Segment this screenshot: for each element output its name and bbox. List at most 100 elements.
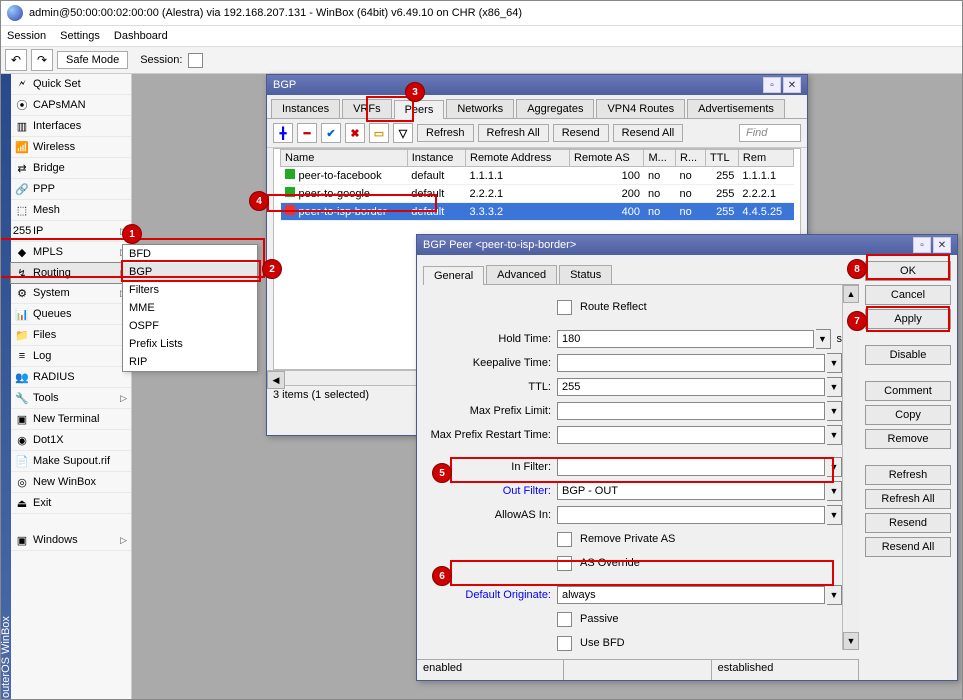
sidebar-item-system[interactable]: ⚙System▷ [11, 283, 131, 304]
tab-vpn4 routes[interactable]: VPN4 Routes [596, 99, 685, 118]
out-filter-dd[interactable]: ▼ [827, 481, 842, 501]
table-row[interactable]: peer-to-googledefault2.2.2.1200nono2552.… [281, 185, 794, 203]
scroll-down-icon[interactable]: ▼ [843, 632, 859, 650]
safe-mode-button[interactable]: Safe Mode [57, 51, 128, 69]
refresh-all-button[interactable]: Refresh All [478, 124, 549, 142]
submenu-mme[interactable]: MME [123, 299, 257, 317]
find-input[interactable]: Find [739, 124, 801, 142]
tab-advertisements[interactable]: Advertisements [687, 99, 785, 118]
use-bfd-checkbox[interactable] [557, 636, 572, 651]
default-originate-dd[interactable]: ▼ [827, 585, 842, 605]
session-checkbox[interactable] [188, 53, 203, 68]
col-header[interactable]: Name [281, 150, 408, 167]
submenu-bgp[interactable]: BGP [123, 263, 257, 281]
out-filter-input[interactable] [557, 482, 825, 500]
sidebar-item-ip[interactable]: 255IP▷ [11, 221, 131, 242]
apply-button[interactable]: Apply [865, 309, 951, 329]
menu-settings[interactable]: Settings [60, 30, 100, 42]
bgp-peer-grid[interactable]: NameInstanceRemote AddressRemote ASM...R… [274, 149, 800, 221]
default-originate-input[interactable] [557, 586, 825, 604]
hold-time-input[interactable] [557, 330, 814, 348]
sidebar-item-new-winbox[interactable]: ◎New WinBox [11, 472, 131, 493]
peer-tab-general[interactable]: General [423, 266, 484, 285]
sidebar-item-dot1x[interactable]: ◉Dot1X [11, 430, 131, 451]
tab-peers[interactable]: Peers [394, 100, 445, 119]
tab-instances[interactable]: Instances [271, 99, 340, 118]
max-prefix-restart-dd[interactable]: ▼ [827, 425, 842, 445]
peer-tab-advanced[interactable]: Advanced [486, 265, 557, 284]
table-row[interactable]: peer-to-facebookdefault1.1.1.1100nono255… [281, 167, 794, 185]
ttl-input[interactable] [557, 378, 825, 396]
sidebar-item-queues[interactable]: 📊Queues [11, 304, 131, 325]
refresh-all-button[interactable]: Refresh All [865, 489, 951, 509]
remove-private-as-checkbox[interactable] [557, 532, 572, 547]
allow-as-input[interactable] [557, 506, 825, 524]
route-reflect-checkbox[interactable] [557, 300, 572, 315]
max-prefix-restart-input[interactable] [557, 426, 825, 444]
peer-close-icon[interactable]: ✕ [933, 237, 951, 253]
resend-all-button[interactable]: Resend All [865, 537, 951, 557]
sidebar-item-windows[interactable]: ▣Windows▷ [11, 530, 131, 551]
in-filter-dd[interactable]: ▼ [827, 457, 842, 477]
sidebar-item-bridge[interactable]: ⇄Bridge [11, 158, 131, 179]
enable-icon[interactable]: ✔ [321, 123, 341, 143]
sidebar-item-routing[interactable]: ↯Routing▷ [10, 262, 132, 284]
bgp-window-header[interactable]: BGP ▫ ✕ [267, 75, 807, 95]
submenu-prefix-lists[interactable]: Prefix Lists [123, 335, 257, 353]
sidebar-item-radius[interactable]: 👥RADIUS [11, 367, 131, 388]
max-prefix-input[interactable] [557, 402, 825, 420]
menu-session[interactable]: Session [7, 30, 46, 42]
resend-all-button[interactable]: Resend All [613, 124, 684, 142]
col-header[interactable]: M... [644, 150, 675, 167]
scroll-up-icon[interactable]: ▲ [843, 285, 859, 303]
col-header[interactable]: R... [675, 150, 705, 167]
submenu-ospf[interactable]: OSPF [123, 317, 257, 335]
remove-icon[interactable]: ━ [297, 123, 317, 143]
sidebar-item-tools[interactable]: 🔧Tools▷ [11, 388, 131, 409]
disable-button[interactable]: Disable [865, 345, 951, 365]
submenu-filters[interactable]: Filters [123, 281, 257, 299]
sidebar-item-mpls[interactable]: ◆MPLS▷ [11, 242, 131, 263]
refresh-button[interactable]: Refresh [865, 465, 951, 485]
copy-button[interactable]: Copy [865, 405, 951, 425]
col-header[interactable]: TTL [706, 150, 739, 167]
disable-icon[interactable]: ✖ [345, 123, 365, 143]
sidebar-item-exit[interactable]: ⏏Exit [11, 493, 131, 514]
redo-button[interactable]: ↷ [31, 49, 53, 71]
peer-window-header[interactable]: BGP Peer <peer-to-isp-border> ▫ ✕ [417, 235, 957, 255]
allow-as-dd[interactable]: ▼ [827, 505, 842, 525]
sidebar-item-log[interactable]: ≡Log [11, 346, 131, 367]
in-filter-input[interactable] [557, 458, 825, 476]
refresh-button[interactable]: Refresh [417, 124, 474, 142]
ttl-dd[interactable]: ▼ [827, 377, 842, 397]
sidebar-item-capsman[interactable]: ⦿CAPsMAN [11, 95, 131, 116]
keepalive-dd[interactable]: ▼ [827, 353, 842, 373]
comment-icon[interactable]: ▭ [369, 123, 389, 143]
sidebar-item-files[interactable]: 📁Files [11, 325, 131, 346]
resend-button[interactable]: Resend [865, 513, 951, 533]
undo-button[interactable]: ↶ [5, 49, 27, 71]
form-scrollbar[interactable]: ▲ ▼ [842, 285, 859, 650]
col-header[interactable]: Remote Address [466, 150, 570, 167]
keepalive-input[interactable] [557, 354, 825, 372]
tab-aggregates[interactable]: Aggregates [516, 99, 594, 118]
table-row[interactable]: peer-to-isp-borderdefault3.3.3.2400nono2… [281, 203, 794, 221]
remove-button[interactable]: Remove [865, 429, 951, 449]
add-icon[interactable]: ╋ [273, 123, 293, 143]
bgp-close-icon[interactable]: ✕ [783, 77, 801, 93]
as-override-checkbox[interactable] [557, 556, 572, 571]
sidebar-item-ppp[interactable]: 🔗PPP [11, 179, 131, 200]
sidebar-item-quick-set[interactable]: 🗲Quick Set [11, 74, 131, 95]
sidebar-item-make-supout.rif[interactable]: 📄Make Supout.rif [11, 451, 131, 472]
sidebar-item-mesh[interactable]: ⬚Mesh [11, 200, 131, 221]
comment-button[interactable]: Comment [865, 381, 951, 401]
resend-button[interactable]: Resend [553, 124, 609, 142]
sidebar-item-wireless[interactable]: 📶Wireless [11, 137, 131, 158]
max-prefix-dd[interactable]: ▼ [827, 401, 842, 421]
tab-networks[interactable]: Networks [446, 99, 514, 118]
peer-tab-status[interactable]: Status [559, 265, 612, 284]
submenu-bfd[interactable]: BFD [123, 245, 257, 263]
tab-vrfs[interactable]: VRFs [342, 99, 392, 118]
filter-icon[interactable]: ▽ [393, 123, 413, 143]
cancel-button[interactable]: Cancel [865, 285, 951, 305]
